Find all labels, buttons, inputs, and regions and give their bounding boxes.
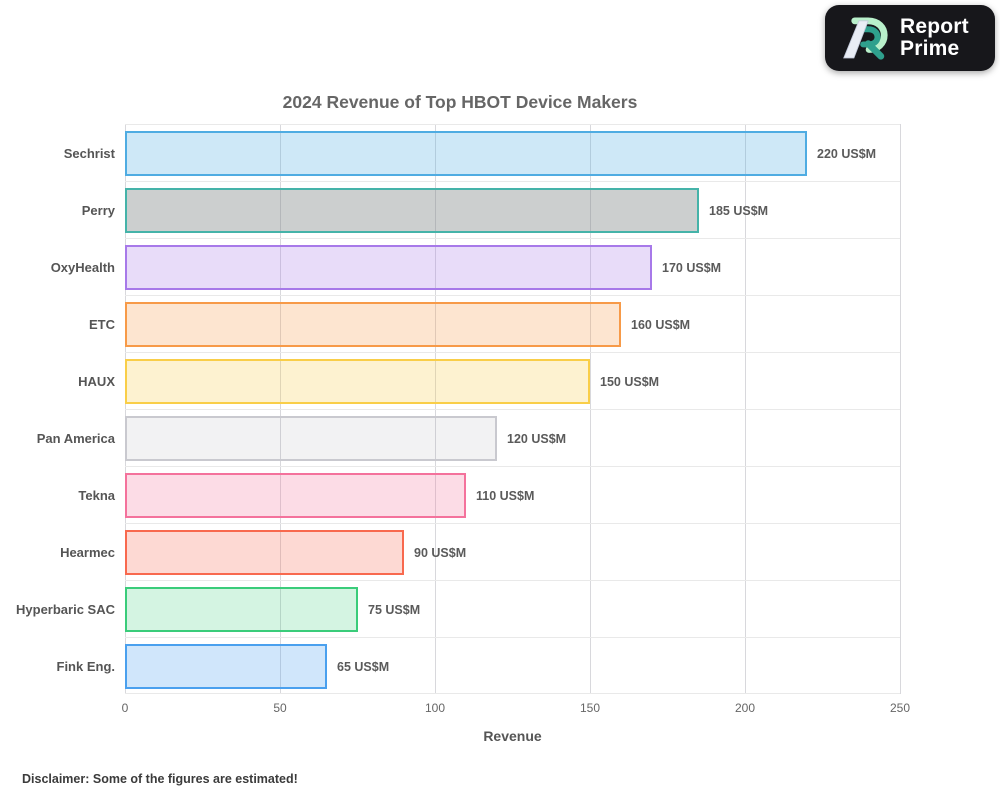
revenue-bar[interactable]: [125, 530, 404, 575]
bar-value-label: 220 US$M: [817, 146, 877, 161]
x-tick-label: 200: [734, 701, 756, 715]
logo-line-prime: Prime: [900, 37, 960, 60]
bar-value-label: 185 US$M: [709, 203, 769, 218]
revenue-bar[interactable]: [125, 188, 699, 233]
revenue-bar[interactable]: [125, 131, 807, 176]
revenue-bar[interactable]: [125, 416, 497, 461]
category-label: OxyHealth: [50, 260, 115, 275]
bar-value-label: 160 US$M: [631, 317, 691, 332]
revenue-bar[interactable]: [125, 644, 327, 689]
bar-row: Tekna 110 US$M: [78, 466, 900, 523]
bar-value-label: 120 US$M: [507, 431, 567, 446]
bar-row: Pan America 120 US$M: [37, 409, 900, 466]
bar-row: ETC 160 US$M: [89, 295, 900, 352]
bar-value-label: 170 US$M: [662, 260, 722, 275]
category-label: Perry: [81, 203, 115, 218]
category-label: Tekna: [78, 488, 115, 503]
bar-row: Perry 185 US$M: [82, 181, 900, 238]
x-tick-label: 0: [121, 701, 129, 715]
bar-row: HAUX 150 US$M: [78, 352, 900, 409]
revenue-bar[interactable]: [125, 245, 652, 290]
bar-row: Sechrist 220 US$M: [64, 124, 900, 181]
bar-row: Hyperbaric SAC 75 US$M: [16, 580, 900, 637]
report-prime-logo: Report Prime: [825, 5, 995, 71]
disclaimer-text: Disclaimer: Some of the figures are esti…: [22, 772, 298, 786]
plot-area: Sechrist 220 US$M Perry 185 US$M OxyHeal…: [16, 124, 901, 694]
bar-value-label: 75 US$M: [368, 602, 421, 617]
report-prime-r-icon: [837, 9, 891, 68]
gridline: [900, 124, 901, 694]
revenue-bar[interactable]: [125, 473, 466, 518]
bar-value-label: 65 US$M: [337, 659, 390, 674]
logo-line-report: Report: [900, 14, 969, 38]
x-tick-label: 100: [424, 701, 446, 715]
revenue-bar[interactable]: [125, 302, 621, 347]
bar-row: Hearmec 90 US$M: [60, 523, 900, 580]
bar-value-label: 110 US$M: [476, 488, 535, 503]
category-label: Pan America: [36, 431, 115, 446]
bar-row: OxyHealth 170 US$M: [51, 238, 900, 295]
revenue-bar[interactable]: [125, 587, 358, 632]
bar-value-label: 90 US$M: [414, 545, 467, 560]
logo-wordmark: Report Prime: [900, 14, 969, 60]
bar-row: Fink Eng. 65 US$M: [57, 637, 900, 694]
category-label: Fink Eng.: [56, 659, 116, 674]
bar-value-label: 150 US$M: [600, 374, 660, 389]
x-tick-label: 150: [579, 701, 601, 715]
chart-title: 2024 Revenue of Top HBOT Device Makers: [282, 92, 638, 112]
category-label: Sechrist: [63, 146, 115, 161]
category-label: ETC: [89, 317, 115, 332]
category-label: Hyperbaric SAC: [16, 602, 115, 617]
category-label: HAUX: [78, 374, 115, 389]
x-axis-label: Revenue: [483, 728, 542, 744]
x-tick-label: 250: [889, 701, 911, 715]
x-tick-label: 50: [273, 701, 287, 715]
category-label: Hearmec: [60, 545, 115, 560]
revenue-bar[interactable]: [125, 359, 590, 404]
